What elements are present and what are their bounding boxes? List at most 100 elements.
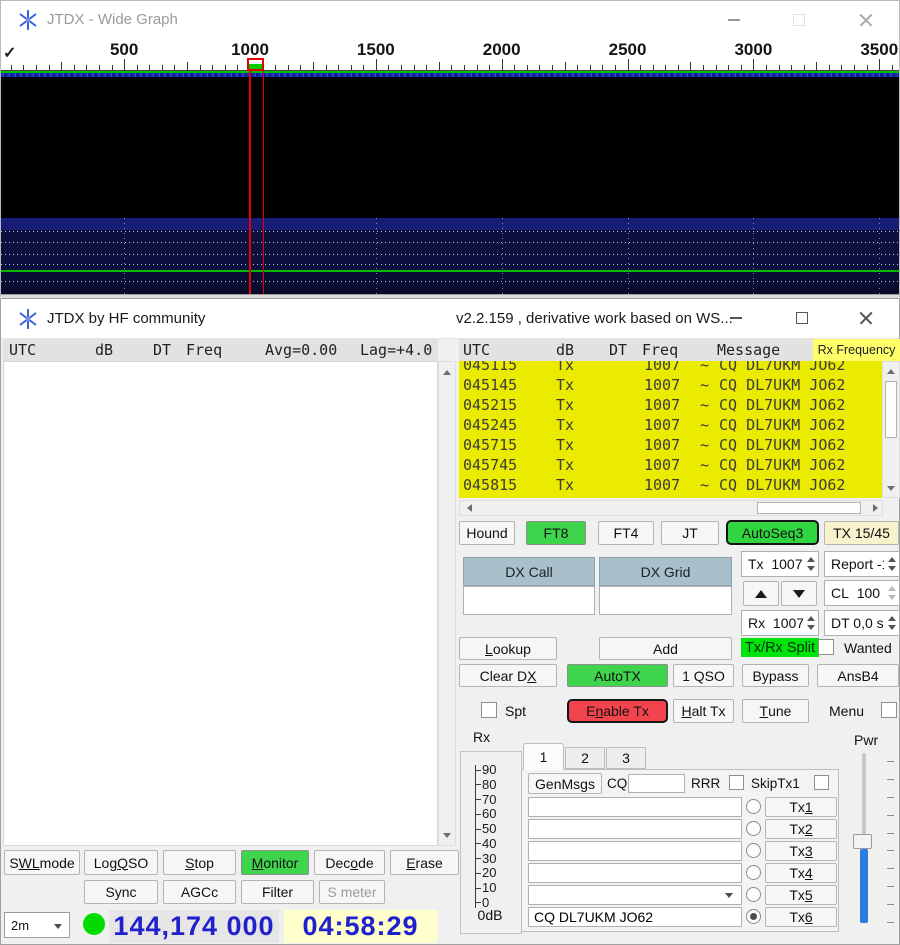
rx-frequency-list[interactable]: 045115Tx1007~CQ DL7UKM JO62 045145Tx1007… (459, 361, 882, 498)
tx-rx-frequency-marker[interactable] (247, 58, 264, 71)
scroll-up-icon[interactable] (883, 363, 899, 379)
close-icon[interactable] (843, 1, 889, 39)
tab-2[interactable]: 2 (565, 747, 605, 769)
sync-button[interactable]: Sync (84, 880, 158, 904)
spinner-up-icon[interactable] (807, 616, 815, 621)
spinner-up-icon[interactable] (888, 616, 896, 621)
mode-ft8-button[interactable]: FT8 (526, 521, 586, 545)
decode-button[interactable]: Decode (314, 850, 385, 875)
tx3-button[interactable]: Tx 3 (765, 841, 837, 861)
tx2-radio[interactable] (746, 821, 761, 836)
one-qso-button[interactable]: 1 QSO (673, 664, 734, 687)
frequency-ruler[interactable]: ✓ 500100015002000250030003500 (1, 39, 899, 71)
dt-spinner[interactable]: DT 0,0 s (824, 610, 900, 636)
tab-3[interactable]: 3 (606, 747, 646, 769)
tab-1[interactable]: 1 (523, 743, 564, 770)
decode-row[interactable]: 045245Tx1007~CQ DL7UKM JO62 (459, 415, 882, 435)
tx-rx-split-button[interactable]: Tx/Rx Split (741, 638, 819, 657)
band-activity-list[interactable] (3, 361, 438, 846)
skiptx1-checkbox[interactable] (814, 775, 829, 790)
tx1-button[interactable]: Tx 1 (765, 797, 837, 817)
scroll-left-icon[interactable] (461, 500, 477, 516)
scrollbar-thumb[interactable] (757, 502, 861, 514)
autoseq-button[interactable]: AutoSeq3 (726, 520, 819, 545)
cl-spinner[interactable]: CL 100 (824, 580, 900, 606)
minimize-icon[interactable] (711, 1, 757, 39)
tx4-radio[interactable] (746, 865, 761, 880)
rrr-checkbox[interactable] (729, 775, 744, 790)
waterfall-display[interactable] (1, 77, 899, 218)
spinner-down-icon[interactable] (888, 625, 896, 630)
rx-frequency-hscrollbar[interactable] (459, 500, 883, 516)
spt-checkbox[interactable] (481, 702, 497, 718)
dx-call-input[interactable] (463, 586, 595, 615)
band-select[interactable]: 2m (4, 912, 70, 938)
spinner-down-icon[interactable] (807, 625, 815, 630)
tx3-message-input[interactable] (528, 841, 742, 861)
decode-row[interactable]: 045815Tx1007~CQ DL7UKM JO62 (459, 475, 882, 495)
tx1-radio[interactable] (746, 799, 761, 814)
smeter-button[interactable]: S meter (319, 880, 385, 904)
enable-tx-button[interactable]: Enable Tx (567, 699, 668, 723)
tx-period-button[interactable]: TX 15/45 (824, 521, 899, 545)
scroll-up-icon[interactable] (439, 364, 455, 380)
clear-dx-button[interactable]: Clear DX (459, 664, 557, 687)
tx3-radio[interactable] (746, 843, 761, 858)
dx-grid-input[interactable] (599, 586, 732, 615)
decode-row[interactable]: 045745Tx1007~CQ DL7UKM JO62 (459, 455, 882, 475)
filter-button[interactable]: Filter (241, 880, 314, 904)
decode-row[interactable]: 045145Tx1007~CQ DL7UKM JO62 (459, 375, 882, 395)
band-activity-scrollbar[interactable] (438, 361, 456, 846)
tx6-button[interactable]: Tx 6 (765, 907, 837, 927)
tx6-radio[interactable] (746, 909, 761, 924)
menu-checkbox[interactable] (881, 702, 897, 718)
spectrum-display[interactable] (1, 218, 899, 294)
lookup-button[interactable]: Lookup (459, 637, 557, 660)
decode-row[interactable]: 045215Tx1007~CQ DL7UKM JO62 (459, 395, 882, 415)
maximize-icon[interactable] (779, 299, 825, 337)
tx1-message-input[interactable] (528, 797, 742, 817)
add-button[interactable]: Add (599, 637, 732, 660)
scroll-down-icon[interactable] (439, 827, 455, 843)
mode-jt-button[interactable]: JT (661, 521, 719, 545)
rx-freq-spinner[interactable]: Rx 1007 (741, 610, 819, 636)
agcc-button[interactable]: AGCc (163, 880, 236, 904)
spinner-down-icon[interactable] (888, 595, 896, 600)
spinner-down-icon[interactable] (888, 566, 896, 571)
tx5-button[interactable]: Tx 5 (765, 885, 837, 905)
ansb4-button[interactable]: AnsB4 (817, 664, 899, 687)
freq-up-button[interactable] (743, 581, 779, 606)
autotx-button[interactable]: AutoTX (567, 664, 668, 687)
tx4-button[interactable]: Tx 4 (765, 863, 837, 883)
bypass-button[interactable]: Bypass (742, 664, 809, 687)
monitor-button[interactable]: Monitor (241, 850, 309, 875)
decode-row[interactable]: 045115Tx1007~CQ DL7UKM JO62 (459, 361, 882, 375)
split-checkbox[interactable] (818, 639, 834, 655)
hound-button[interactable]: Hound (459, 521, 515, 545)
spinner-up-icon[interactable] (888, 557, 896, 562)
halt-tx-button[interactable]: Halt Tx (673, 699, 734, 723)
cq-input[interactable] (628, 774, 685, 793)
rx-frequency-scrollbar[interactable] (882, 361, 900, 498)
spinner-up-icon[interactable] (888, 586, 896, 591)
spinner-up-icon[interactable] (807, 557, 815, 562)
combobox-arrow-icon[interactable] (725, 893, 733, 898)
scroll-down-icon[interactable] (883, 480, 899, 496)
close-icon[interactable] (843, 299, 889, 337)
minimize-icon[interactable] (713, 299, 759, 337)
tx5-radio[interactable] (746, 887, 761, 902)
genmsgs-button[interactable]: GenMsgs (528, 773, 602, 794)
swl-mode-button[interactable]: SWL mode (4, 850, 80, 875)
scroll-right-icon[interactable] (867, 500, 883, 516)
stop-button[interactable]: Stop (163, 850, 236, 875)
tune-button[interactable]: Tune (742, 699, 809, 723)
tx2-button[interactable]: Tx 2 (765, 819, 837, 839)
mode-ft4-button[interactable]: FT4 (598, 521, 654, 545)
scrollbar-thumb[interactable] (885, 381, 897, 438)
tx-freq-spinner[interactable]: Tx 1007 (741, 551, 819, 577)
maximize-icon[interactable] (776, 1, 822, 39)
pwr-slider-handle[interactable] (853, 834, 872, 849)
tx2-message-input[interactable] (528, 819, 742, 839)
tx5-message-combobox[interactable] (528, 885, 742, 905)
spinner-down-icon[interactable] (807, 566, 815, 571)
